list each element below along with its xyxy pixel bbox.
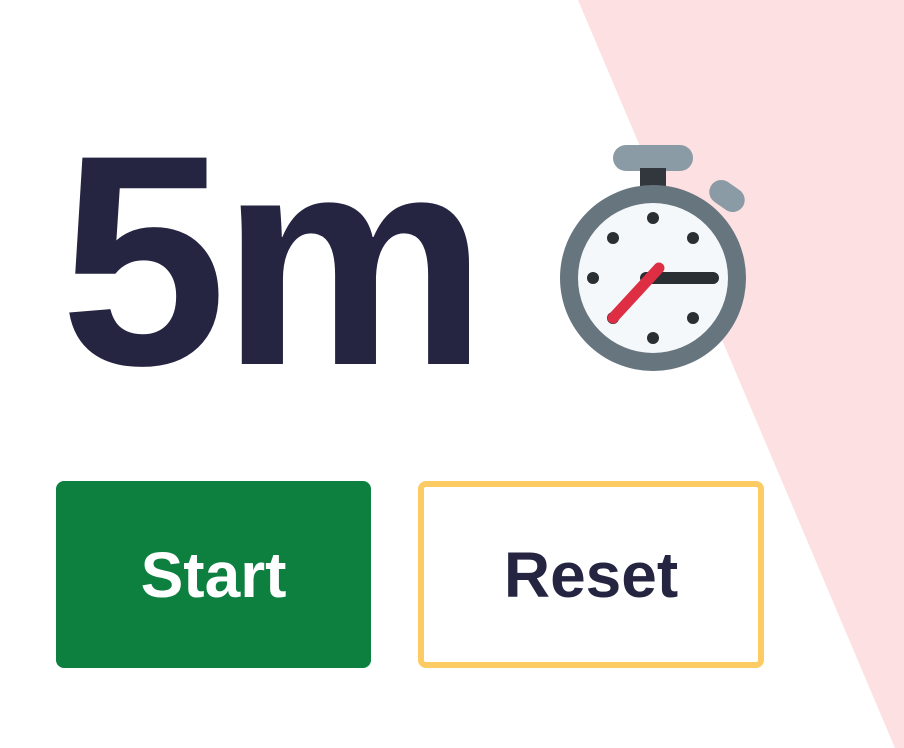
reset-button[interactable]: Reset bbox=[418, 481, 764, 668]
stopwatch-icon bbox=[560, 145, 746, 371]
timer-display: 5m bbox=[60, 110, 488, 420]
start-button[interactable]: Start bbox=[56, 481, 371, 668]
timer-value: 5m bbox=[60, 92, 488, 428]
